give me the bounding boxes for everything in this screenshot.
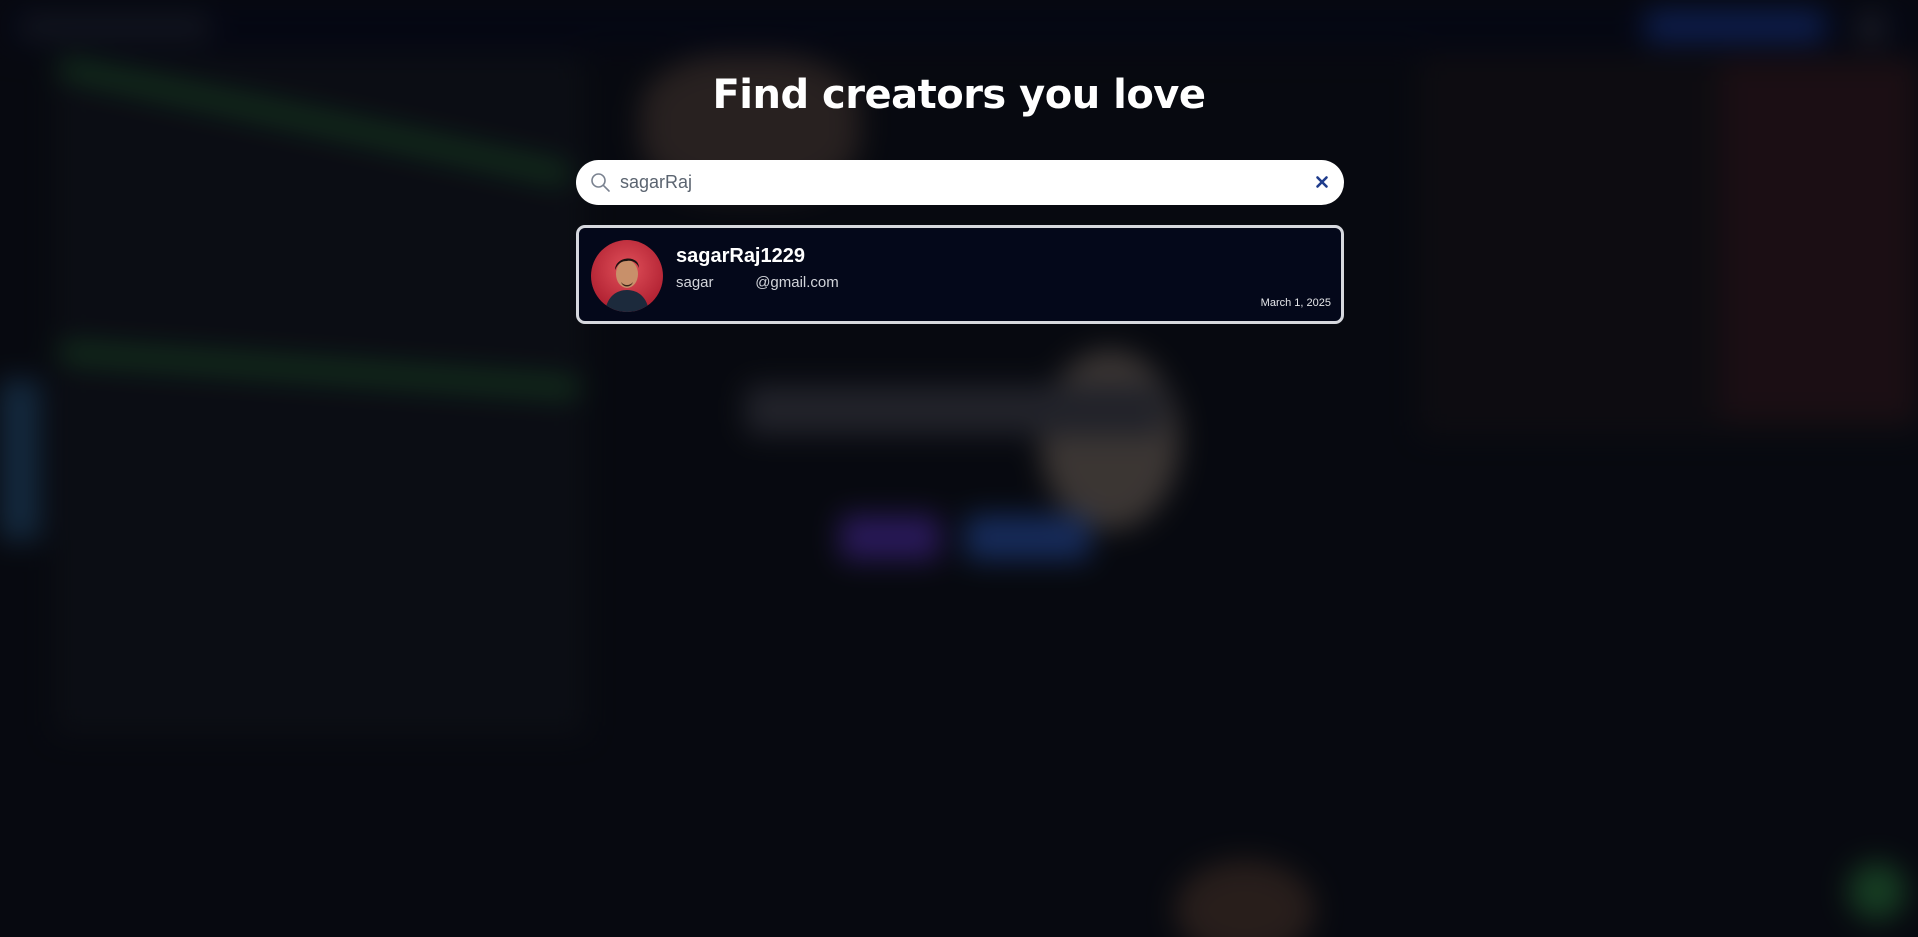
search-input[interactable] [620,168,1280,196]
page-root: Find creators you love sagarRaj sagarRaj… [0,0,1918,937]
close-icon [1312,176,1332,195]
result-joined-date: March 1, 2025 [1260,297,1331,309]
search-icon [590,172,611,193]
modal-overlay[interactable] [0,0,1918,937]
result-username: sagarRaj1229 [676,245,805,267]
clear-search-button[interactable] [1312,172,1332,192]
avatar [591,240,663,312]
result-email: sagar @gmail.com [676,274,839,291]
search-result-card[interactable]: sagarRaj1229 sagar @gmail.com March 1, 2… [576,225,1344,324]
search-bar[interactable] [576,160,1344,205]
page-title: Find creators you love [712,72,1206,118]
